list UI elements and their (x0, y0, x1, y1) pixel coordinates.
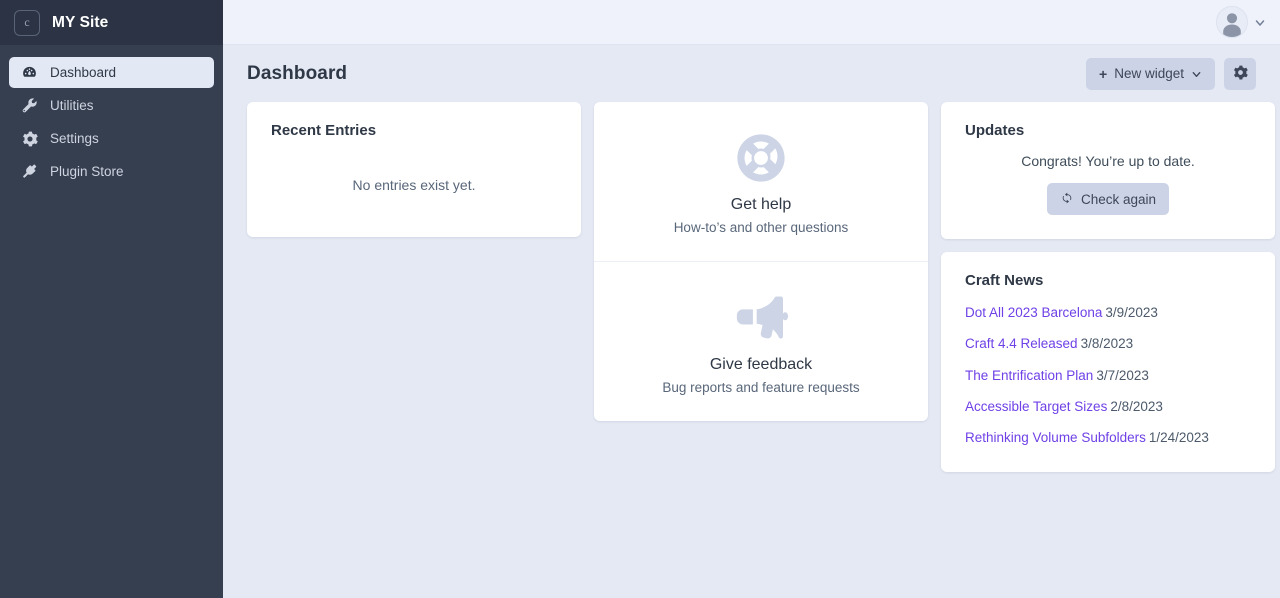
news-date: 3/7/2023 (1096, 368, 1149, 383)
dashboard-column-2: Get help How-to’s and other questions Gi… (594, 102, 928, 421)
give-feedback-widget[interactable]: Give feedback Bug reports and feature re… (594, 261, 928, 421)
gear-icon (1233, 65, 1248, 83)
site-header[interactable]: c MY Site (0, 0, 223, 45)
dashboard-settings-button[interactable] (1224, 58, 1256, 90)
craft-news-list: Dot All 2023 Barcelona3/9/2023 Craft 4.4… (941, 289, 1275, 472)
give-feedback-title: Give feedback (618, 356, 904, 374)
wrench-icon (21, 97, 38, 114)
chevron-down-icon (1254, 16, 1266, 28)
updates-widget: Updates Congrats! You’re up to date. Che… (941, 102, 1275, 239)
page-header: Dashboard + New widget (247, 45, 1256, 102)
dashboard-column-3: Updates Congrats! You’re up to date. Che… (941, 102, 1275, 472)
recent-entries-title: Recent Entries (247, 102, 581, 139)
sidebar: c MY Site Dashboard Utilities (0, 0, 223, 598)
news-date: 3/9/2023 (1105, 305, 1158, 320)
news-item: Dot All 2023 Barcelona3/9/2023 (965, 303, 1251, 323)
dashboard-grid: Recent Entries No entries exist yet. (247, 102, 1256, 472)
sidebar-item-utilities[interactable]: Utilities (9, 90, 214, 121)
app-root: c MY Site Dashboard Utilities (0, 0, 1280, 598)
get-help-widget[interactable]: Get help How-to’s and other questions (594, 102, 928, 261)
sidebar-item-dashboard[interactable]: Dashboard (9, 57, 214, 88)
news-link[interactable]: The Entrification Plan (965, 368, 1093, 383)
sidebar-nav: Dashboard Utilities Settings (0, 45, 223, 187)
user-avatar-icon (1216, 6, 1248, 38)
give-feedback-subtitle: Bug reports and feature requests (618, 380, 904, 395)
news-item: The Entrification Plan3/7/2023 (965, 366, 1251, 386)
new-widget-label: New widget (1114, 66, 1184, 81)
sidebar-item-settings[interactable]: Settings (9, 123, 214, 154)
site-name: MY Site (52, 14, 108, 32)
check-again-button[interactable]: Check again (1047, 183, 1169, 215)
plug-icon (21, 163, 38, 180)
account-menu[interactable] (1216, 6, 1266, 38)
news-link[interactable]: Accessible Target Sizes (965, 399, 1107, 414)
main-area: Dashboard + New widget (223, 0, 1280, 598)
help-feedback-widget: Get help How-to’s and other questions Gi… (594, 102, 928, 421)
megaphone-icon (618, 290, 904, 346)
site-logo-icon: c (14, 10, 40, 36)
news-link[interactable]: Craft 4.4 Released (965, 336, 1078, 351)
get-help-subtitle: How-to’s and other questions (618, 220, 904, 235)
craft-news-title: Craft News (941, 252, 1275, 289)
updates-title: Updates (941, 102, 1275, 139)
sidebar-item-label: Plugin Store (50, 164, 124, 179)
dashboard-column-1: Recent Entries No entries exist yet. (247, 102, 581, 237)
news-link[interactable]: Dot All 2023 Barcelona (965, 305, 1102, 320)
site-logo-letter: c (24, 15, 29, 30)
news-date: 2/8/2023 (1110, 399, 1163, 414)
sidebar-item-plugin-store[interactable]: Plugin Store (9, 156, 214, 187)
recent-entries-widget: Recent Entries No entries exist yet. (247, 102, 581, 237)
news-date: 3/8/2023 (1081, 336, 1134, 351)
top-bar (223, 0, 1280, 45)
updates-body: Congrats! You’re up to date. Check again (941, 139, 1275, 239)
news-item: Accessible Target Sizes2/8/2023 (965, 397, 1251, 417)
chevron-down-icon (1191, 68, 1202, 79)
get-help-title: Get help (618, 196, 904, 214)
news-item: Craft 4.4 Released3/8/2023 (965, 334, 1251, 354)
page-content: Dashboard + New widget (223, 45, 1280, 598)
news-link[interactable]: Rethinking Volume Subfolders (965, 430, 1146, 445)
check-again-label: Check again (1081, 192, 1156, 207)
craft-news-widget: Craft News Dot All 2023 Barcelona3/9/202… (941, 252, 1275, 472)
news-date: 1/24/2023 (1149, 430, 1209, 445)
lifebuoy-icon (618, 130, 904, 186)
updates-message: Congrats! You’re up to date. (965, 153, 1251, 169)
sidebar-item-label: Settings (50, 131, 99, 146)
sidebar-item-label: Utilities (50, 98, 94, 113)
refresh-icon (1060, 191, 1074, 208)
recent-entries-empty-message: No entries exist yet. (247, 139, 581, 237)
plus-icon: + (1099, 67, 1107, 81)
page-title: Dashboard (247, 63, 347, 85)
page-toolbar: + New widget (1086, 58, 1256, 90)
sidebar-item-label: Dashboard (50, 65, 116, 80)
gauge-icon (21, 64, 38, 81)
news-item: Rethinking Volume Subfolders1/24/2023 (965, 428, 1251, 448)
new-widget-button[interactable]: + New widget (1086, 58, 1215, 90)
gear-icon (21, 130, 38, 147)
